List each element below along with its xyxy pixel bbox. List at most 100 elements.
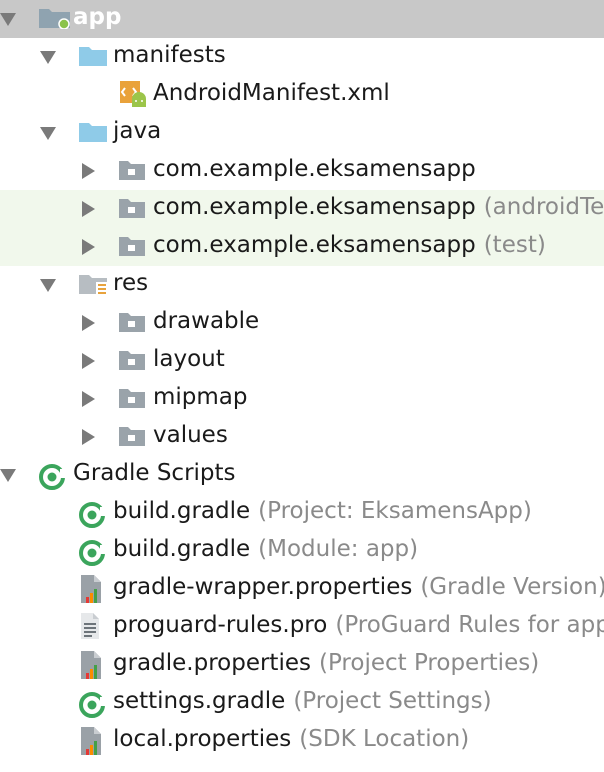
expand-arrow-right-icon[interactable]	[82, 201, 95, 217]
item-hint: (Project Properties)	[318, 650, 540, 676]
item-hint: (Project Settings)	[293, 688, 492, 714]
tree-item-label: drawable	[153, 308, 259, 334]
tree-item-label: values	[153, 422, 228, 448]
tree-row-pkg-main[interactable]: com.example.eksamensapp	[0, 152, 604, 190]
item-name: build.gradle	[113, 498, 251, 524]
tree-row-build-gradle-module[interactable]: build.gradle (Module: app)	[0, 532, 604, 570]
item-name: manifests	[113, 42, 226, 68]
item-name: build.gradle	[113, 536, 251, 562]
tree-item-label: java	[113, 118, 161, 144]
package-icon	[118, 387, 146, 415]
package-icon	[118, 235, 146, 263]
tree-row-local-properties[interactable]: local.properties (SDK Location)	[0, 722, 604, 760]
properties-file-icon	[78, 725, 104, 763]
tree-item-label: layout	[153, 346, 225, 372]
item-name: values	[153, 422, 228, 448]
tree-item-label: build.gradle (Module: app)	[113, 536, 418, 562]
expand-arrow-right-icon[interactable]	[82, 353, 95, 369]
tree-row-java[interactable]: java	[0, 114, 604, 152]
item-name: proguard-rules.pro	[113, 612, 328, 638]
tree-row-pkg-test[interactable]: com.example.eksamensapp (test)	[0, 228, 604, 266]
item-hint: (test)	[483, 232, 546, 258]
package-icon	[118, 311, 146, 339]
tree-row-drawable[interactable]: drawable	[0, 304, 604, 342]
item-hint: (Project: EksamensApp)	[258, 498, 532, 524]
item-name: settings.gradle	[113, 688, 286, 714]
item-name: local.properties	[113, 726, 292, 752]
tree-item-label: com.example.eksamensapp (androidTest)	[153, 194, 604, 220]
item-name: com.example.eksamensapp	[153, 156, 476, 182]
tree-row-manifests[interactable]: manifests	[0, 38, 604, 76]
item-name: com.example.eksamensapp	[153, 194, 476, 220]
tree-row-build-gradle-project[interactable]: build.gradle (Project: EksamensApp)	[0, 494, 604, 532]
item-name: java	[113, 118, 162, 144]
tree-item-label: gradle-wrapper.properties (Gradle Version…	[113, 574, 604, 600]
item-hint: (androidTest)	[483, 194, 604, 220]
gradle-icon	[78, 691, 106, 725]
tree-row-res[interactable]: res	[0, 266, 604, 304]
tree-item-label: gradle.properties (Project Properties)	[113, 650, 539, 676]
expand-arrow-down-icon[interactable]	[40, 279, 56, 292]
expand-arrow-right-icon[interactable]	[82, 239, 95, 255]
project-tree: app manifests AndroidManifest.xml java com.e…	[0, 0, 604, 772]
expand-arrow-right-icon[interactable]	[82, 315, 95, 331]
item-name: Gradle Scripts	[73, 460, 236, 486]
item-name: res	[113, 270, 149, 296]
expand-arrow-down-icon[interactable]	[0, 469, 16, 482]
gradle-icon	[38, 463, 66, 497]
properties-file-icon	[78, 573, 104, 611]
tree-row-values[interactable]: values	[0, 418, 604, 456]
item-hint: (Module: app)	[258, 536, 419, 562]
expand-arrow-down-icon[interactable]	[40, 127, 56, 140]
tree-row-proguard-rules[interactable]: proguard-rules.pro (ProGuard Rules for ap…	[0, 608, 604, 646]
tree-row-gradle-wrapper-properties[interactable]: gradle-wrapper.properties (Gradle Version…	[0, 570, 604, 608]
tree-item-label: local.properties (SDK Location)	[113, 726, 469, 752]
tree-row-mipmap[interactable]: mipmap	[0, 380, 604, 418]
package-icon	[118, 159, 146, 187]
item-name: gradle-wrapper.properties	[113, 574, 413, 600]
expand-arrow-down-icon[interactable]	[40, 51, 56, 64]
item-name: gradle.properties	[113, 650, 311, 676]
expand-arrow-down-icon[interactable]	[0, 13, 16, 26]
tree-item-label: mipmap	[153, 384, 248, 410]
manifest-xml-icon	[118, 79, 148, 115]
folder-icon	[78, 121, 108, 149]
item-name: AndroidManifest.xml	[153, 80, 390, 106]
expand-arrow-right-icon[interactable]	[82, 391, 95, 407]
res-folder-icon	[78, 273, 110, 303]
tree-row-gradle-scripts[interactable]: Gradle Scripts	[0, 456, 604, 494]
tree-row-layout[interactable]: layout	[0, 342, 604, 380]
tree-item-label: com.example.eksamensapp (test)	[153, 232, 546, 258]
expand-arrow-right-icon[interactable]	[82, 429, 95, 445]
text-file-icon	[78, 611, 102, 647]
item-hint: (SDK Location)	[299, 726, 470, 752]
tree-item-label: Gradle Scripts	[73, 460, 236, 486]
properties-file-icon	[78, 649, 104, 687]
tree-item-label: AndroidManifest.xml	[153, 80, 390, 106]
item-name: com.example.eksamensapp	[153, 232, 476, 258]
tree-item-label: proguard-rules.pro (ProGuard Rules for ap…	[113, 612, 604, 638]
gradle-icon	[78, 501, 106, 535]
item-name: drawable	[153, 308, 260, 334]
item-name: layout	[153, 346, 225, 372]
tree-row-androidmanifest[interactable]: AndroidManifest.xml	[0, 76, 604, 114]
module-folder-icon	[38, 7, 72, 35]
package-icon	[118, 197, 146, 225]
tree-row-settings-gradle[interactable]: settings.gradle (Project Settings)	[0, 684, 604, 722]
package-icon	[118, 425, 146, 453]
folder-icon	[78, 45, 108, 73]
tree-row-gradle-properties[interactable]: gradle.properties (Project Properties)	[0, 646, 604, 684]
item-name: app	[73, 4, 122, 30]
tree-item-label: com.example.eksamensapp	[153, 156, 476, 182]
tree-row-pkg-android-test[interactable]: com.example.eksamensapp (androidTest)	[0, 190, 604, 228]
item-hint: (ProGuard Rules for app)	[335, 612, 604, 638]
tree-item-label: build.gradle (Project: EksamensApp)	[113, 498, 532, 524]
item-hint: (Gradle Version)	[420, 574, 604, 600]
package-icon	[118, 349, 146, 377]
gradle-icon	[78, 539, 106, 573]
tree-item-label: settings.gradle (Project Settings)	[113, 688, 492, 714]
tree-row-app[interactable]: app	[0, 0, 604, 38]
expand-arrow-right-icon[interactable]	[82, 163, 95, 179]
tree-item-label: res	[113, 270, 148, 296]
item-name: mipmap	[153, 384, 248, 410]
